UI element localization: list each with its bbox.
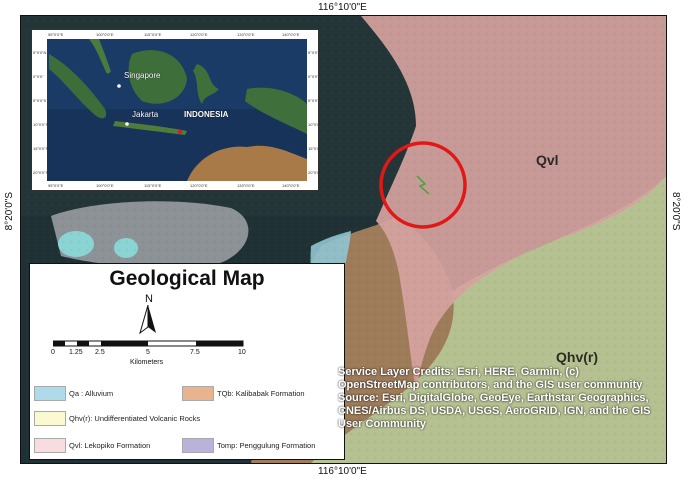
credits-text: Service Layer Credits: Esri, HERE, Garmi… <box>338 366 658 431</box>
inset-left-tick: 15°0'0"S <box>33 146 49 151</box>
legend-item-kalibabak: TQb: Kalibabak Formation <box>182 386 305 401</box>
inset-top-tick: 133°0'0"E <box>237 32 255 37</box>
inset-left-tick: 5°0'0"N <box>33 50 47 55</box>
inset-bottom-tick: 95°0'0"E <box>48 183 64 188</box>
legend-swatch <box>34 411 66 426</box>
inset-top-tick: 115°0'0"E <box>144 32 162 37</box>
inset-jakarta-dot <box>125 122 129 126</box>
inset-top-tick: 140°0'0"E <box>282 32 300 37</box>
legend-item-lekopiko: Qvl: Lekopiko Formation <box>34 438 150 453</box>
inset-top-tick: 95°0'0"E <box>48 32 64 37</box>
legend-swatch <box>34 386 66 401</box>
inset-right-tick: 0°0'0" <box>308 74 319 79</box>
scale-label: 0 <box>51 349 55 356</box>
inset-right-tick: 20°0'0"S <box>308 170 324 175</box>
scale-label: 2.5 <box>95 349 105 356</box>
inset-right-tick: 5°0'0"N <box>308 50 322 55</box>
inset-right-tick: 15°0'0"S <box>308 146 324 151</box>
source-credits: Source: Esri, DigitalGlobe, GeoEye, Eart… <box>338 392 651 430</box>
bottom-longitude-label: 116°10'0"E <box>318 466 367 477</box>
legend-item-label: Qa : Alluvium <box>69 389 114 398</box>
scale-label: 10 <box>238 349 246 356</box>
legend-item-label: Qvl: Lekopiko Formation <box>69 441 151 450</box>
left-latitude-label: 8°20'0"S <box>4 192 15 231</box>
inset-right-tick: 5°0'0"S <box>308 98 322 103</box>
legend-item-label: Tomp: Penggulung Formation <box>217 441 316 450</box>
inset-right-tick: 10°0'0"S <box>308 122 324 127</box>
right-latitude-label: 8°20'0"S <box>670 192 681 231</box>
legend-item-label: Qhv(r): Undifferentiated Volcanic Rocks <box>69 414 201 423</box>
inset-map-image <box>47 39 307 181</box>
legend-item-penggulung: Tomp: Penggulung Formation <box>182 438 315 453</box>
north-arrow-icon <box>139 305 156 335</box>
inset-singapore-dot <box>117 84 121 88</box>
legend-swatch <box>182 438 214 453</box>
inset-bottom-tick: 100°0'0"E <box>96 183 114 188</box>
scale-label: 7.5 <box>190 349 200 356</box>
inset-map: Singapore Jakarta INDONESIA 95°0'0"E 100… <box>31 29 323 191</box>
inset-location-dot <box>178 130 182 134</box>
legend-item-alluvium: Qa : Alluvium <box>34 386 113 401</box>
unit-label-qhv: Qhv(r) <box>556 349 598 365</box>
scale-bar <box>53 340 244 347</box>
inset-bottom-tick: 115°0'0"E <box>144 183 162 188</box>
legend-item-label: TQb: Kalibabak Formation <box>217 389 305 398</box>
legend-swatch <box>182 386 214 401</box>
scale-label: 1.25 <box>69 349 83 356</box>
inset-top-tick: 100°0'0"E <box>96 32 114 37</box>
inset-label-jakarta: Jakarta <box>132 110 159 119</box>
map-frame[interactable]: Qvl Qhv(r) Singapore Jakarta INDONESIA 9… <box>20 15 667 464</box>
legend-item-volcanic: Qhv(r): Undifferentiated Volcanic Rocks <box>34 411 200 426</box>
inset-bottom-tick: 133°0'0"E <box>237 183 255 188</box>
north-label: N <box>145 293 153 305</box>
unit-label-qvl: Qvl <box>536 152 559 168</box>
scale-label: 5 <box>146 349 150 356</box>
legend-panel: Geological Map N 0 1.25 2.5 5 7.5 10 Kil… <box>29 263 345 460</box>
top-longitude-label: 116°10'0"E <box>318 2 367 13</box>
inset-label-indonesia: INDONESIA <box>184 110 229 119</box>
inset-left-tick: 0°0'0" <box>33 74 44 79</box>
service-credits: Service Layer Credits: Esri, HERE, Garmi… <box>338 366 643 391</box>
inset-left-tick: 10°0'0"S <box>33 122 49 127</box>
inset-bottom-tick: 140°0'0"E <box>282 183 300 188</box>
inset-left-tick: 20°0'0"S <box>33 170 49 175</box>
inset-label-singapore: Singapore <box>124 71 161 80</box>
inset-bottom-tick: 120°0'0"E <box>190 183 208 188</box>
inset-left-tick: 5°0'0"S <box>33 98 47 103</box>
legend-title: Geological Map <box>109 267 265 290</box>
inset-top-tick: 120°0'0"E <box>190 32 208 37</box>
legend-swatch <box>34 438 66 453</box>
scale-units-label: Kilometers <box>130 359 164 366</box>
